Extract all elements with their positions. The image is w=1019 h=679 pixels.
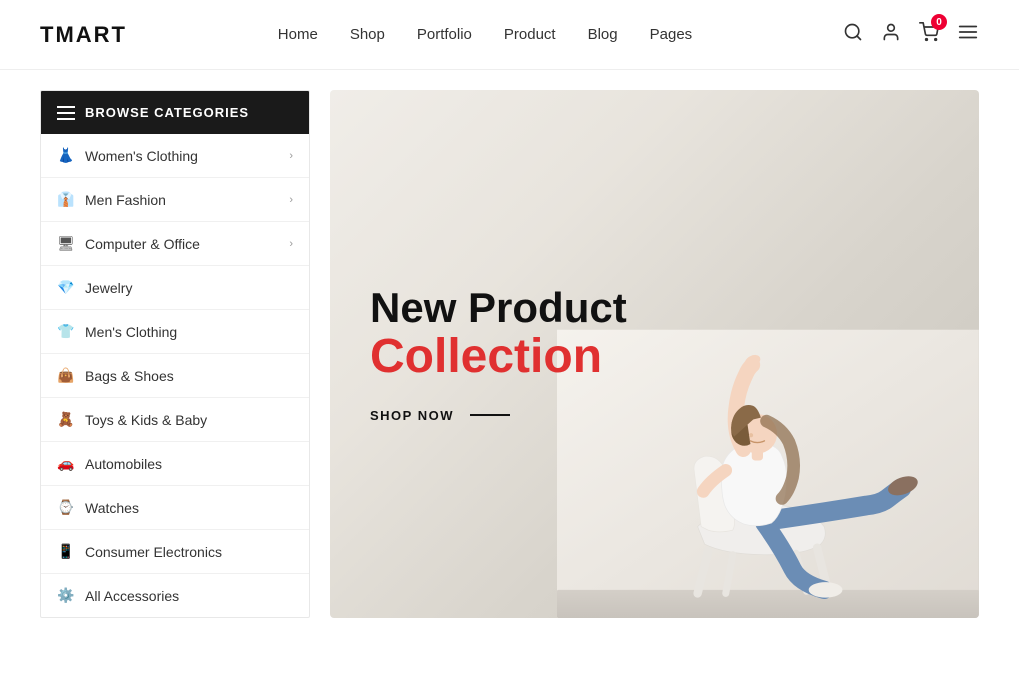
- sidebar-category-icon-7: 🚗: [57, 455, 75, 472]
- user-icon[interactable]: [881, 22, 901, 47]
- sidebar-category-label-10: All Accessories: [85, 588, 179, 604]
- sidebar-hamburger-icon[interactable]: [57, 106, 75, 120]
- nav-item-home[interactable]: Home: [278, 26, 318, 43]
- nav-item-portfolio[interactable]: Portfolio: [417, 26, 472, 43]
- cart-icon[interactable]: 0: [919, 22, 939, 47]
- sidebar-item-4[interactable]: 👕 Men's Clothing: [41, 310, 309, 354]
- chevron-right-icon-2: ›: [289, 238, 293, 250]
- nav-item-product[interactable]: Product: [504, 26, 556, 43]
- sidebar-category-label-8: Watches: [85, 500, 139, 516]
- hero-title-line2: Collection: [370, 331, 627, 384]
- sidebar-item-9[interactable]: 📱 Consumer Electronics: [41, 530, 309, 574]
- main-content: BROWSE CATEGORIES 👗 Women's Clothing › 👔 Men…: [0, 70, 1019, 638]
- sidebar-category-label-9: Consumer Electronics: [85, 544, 222, 560]
- nav-item-pages[interactable]: Pages: [650, 26, 693, 43]
- sidebar-item-5[interactable]: 👜 Bags & Shoes: [41, 354, 309, 398]
- hamburger-menu-icon[interactable]: [957, 21, 979, 48]
- hero-title-line1: New Product: [370, 285, 627, 331]
- sidebar-category-label-6: Toys & Kids & Baby: [85, 412, 207, 428]
- sidebar-category-icon-1: 👔: [57, 191, 75, 208]
- hero-banner: New Product Collection SHOP NOW: [330, 90, 979, 618]
- sidebar: BROWSE CATEGORIES 👗 Women's Clothing › 👔 Men…: [40, 90, 310, 618]
- header: TMART HomeShopPortfolioProductBlogPages …: [0, 0, 1019, 70]
- sidebar-category-icon-10: ⚙️: [57, 587, 75, 604]
- sidebar-category-icon-6: 🧸: [57, 411, 75, 428]
- sidebar-category-icon-2: 🖥: [57, 235, 75, 252]
- hero-cta-line-decoration: [470, 414, 510, 416]
- chevron-right-icon-1: ›: [289, 194, 293, 206]
- logo[interactable]: TMART: [40, 22, 127, 48]
- sidebar-category-label-1: Men Fashion: [85, 192, 166, 208]
- sidebar-category-icon-9: 📱: [57, 543, 75, 560]
- nav-item-blog[interactable]: Blog: [588, 26, 618, 43]
- sidebar-category-label-5: Bags & Shoes: [85, 368, 174, 384]
- cart-badge: 0: [931, 14, 947, 30]
- sidebar-category-label-3: Jewelry: [85, 280, 132, 296]
- chevron-right-icon-0: ›: [289, 150, 293, 162]
- sidebar-item-2[interactable]: 🖥 Computer & Office ›: [41, 222, 309, 266]
- sidebar-item-3[interactable]: 💎 Jewelry: [41, 266, 309, 310]
- sidebar-category-icon-8: ⌚: [57, 499, 75, 516]
- sidebar-item-8[interactable]: ⌚ Watches: [41, 486, 309, 530]
- hero-cta-button[interactable]: SHOP NOW: [370, 408, 627, 423]
- header-icons: 0: [843, 21, 979, 48]
- sidebar-category-label-7: Automobiles: [85, 456, 162, 472]
- sidebar-items-list: 👗 Women's Clothing › 👔 Men Fashion › 🖥 Computer…: [41, 134, 309, 617]
- sidebar-item-6[interactable]: 🧸 Toys & Kids & Baby: [41, 398, 309, 442]
- sidebar-item-0[interactable]: 👗 Women's Clothing ›: [41, 134, 309, 178]
- sidebar-item-10[interactable]: ⚙️ All Accessories: [41, 574, 309, 617]
- sidebar-category-icon-3: 💎: [57, 279, 75, 296]
- sidebar-category-icon-0: 👗: [57, 147, 75, 164]
- sidebar-category-icon-4: 👕: [57, 323, 75, 340]
- search-icon[interactable]: [843, 22, 863, 47]
- sidebar-category-label-4: Men's Clothing: [85, 324, 177, 340]
- hero-content: New Product Collection SHOP NOW: [370, 285, 627, 423]
- sidebar-item-1[interactable]: 👔 Men Fashion ›: [41, 178, 309, 222]
- main-nav: Home Shop Portfolio Product Blog Pages: [278, 26, 692, 44]
- sidebar-header: BROWSE CATEGORIES: [41, 91, 309, 134]
- sidebar-category-label-2: Computer & Office: [85, 236, 200, 252]
- sidebar-item-7[interactable]: 🚗 Automobiles: [41, 442, 309, 486]
- hero-cta-label: SHOP NOW: [370, 408, 454, 423]
- nav-item-shop[interactable]: Shop: [350, 26, 385, 43]
- sidebar-category-label-0: Women's Clothing: [85, 148, 198, 164]
- sidebar-title: BROWSE CATEGORIES: [85, 105, 249, 120]
- sidebar-category-icon-5: 👜: [57, 367, 75, 384]
